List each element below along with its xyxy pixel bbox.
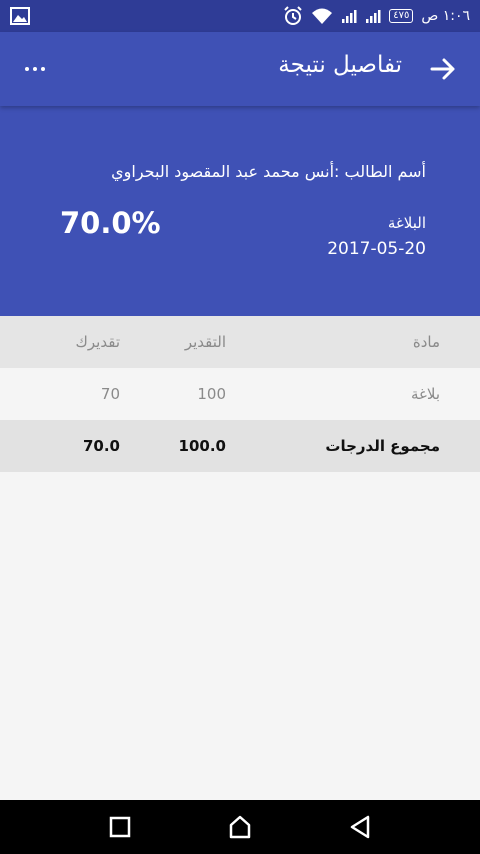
wifi-icon: [312, 8, 333, 24]
more-horizontal-icon[interactable]: [18, 54, 52, 84]
back-triangle-icon[interactable]: [347, 814, 373, 840]
header-grade: التقدير: [184, 333, 226, 351]
result-header: أسم الطالب :أنس محمد عبد المقصود البحراو…: [0, 106, 480, 316]
alarm-icon: [284, 6, 302, 25]
student-name: أسم الطالب :أنس محمد عبد المقصود البحراو…: [111, 162, 426, 181]
result-percent: 70.0%: [60, 206, 161, 240]
recents-square-icon[interactable]: [107, 814, 133, 840]
navigation-bar: [0, 800, 480, 854]
table-header-row: مادة التقدير تقديرك: [0, 316, 480, 368]
page-title: تفاصيل نتيجة: [278, 52, 402, 78]
row-grade: 100: [197, 385, 226, 403]
grades-table: مادة التقدير تقديرك بلاغة 100 70 مجموع ا…: [0, 316, 480, 472]
status-time: ١:٠٦ ص: [421, 8, 470, 24]
table-row[interactable]: بلاغة 100 70: [0, 368, 480, 420]
row-score: 70: [100, 385, 120, 403]
signal-icon: [342, 10, 357, 23]
battery-icon: ٤٧٥: [389, 9, 414, 23]
total-score: 70.0: [82, 437, 120, 455]
arrow-right-icon[interactable]: [428, 54, 458, 84]
total-label: مجموع الدرجات: [325, 437, 440, 455]
table-total-row: مجموع الدرجات 100.0 70.0: [0, 420, 480, 472]
header-score: تقديرك: [75, 333, 120, 351]
result-subject: البلاغة: [387, 214, 426, 232]
status-right: ٤٧٥ ١:٠٦ ص: [283, 0, 470, 32]
home-icon[interactable]: [227, 814, 253, 840]
gallery-icon: [10, 7, 30, 25]
status-bar: ٤٧٥ ١:٠٦ ص: [0, 0, 480, 32]
total-grade: 100.0: [178, 437, 226, 455]
header-subject: مادة: [412, 333, 440, 351]
row-subject: بلاغة: [410, 385, 440, 403]
result-date: 2017-05-20: [327, 239, 426, 259]
signal-icon: [366, 10, 381, 23]
app-bar: تفاصيل نتيجة: [0, 32, 480, 106]
